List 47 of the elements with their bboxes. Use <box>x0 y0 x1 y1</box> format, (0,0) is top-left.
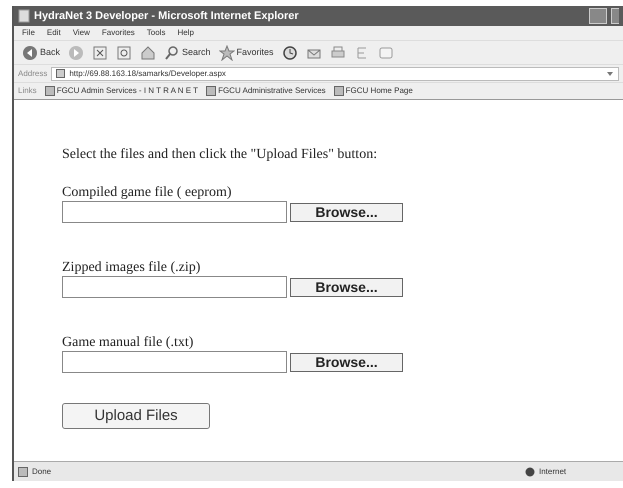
field-label: Zipped images file (.zip) <box>62 260 202 276</box>
menu-item[interactable]: File <box>22 27 35 39</box>
favorites-icon[interactable] <box>218 44 235 60</box>
browse-button[interactable]: Browse... <box>290 202 403 222</box>
app-icon <box>18 9 30 23</box>
upload-files-button[interactable]: Upload Files <box>62 403 210 429</box>
page-icon <box>206 86 216 96</box>
file-path-field[interactable] <box>62 351 287 373</box>
favorites-button-label[interactable]: Favorites <box>236 46 274 60</box>
search-icon[interactable] <box>164 44 180 60</box>
home-icon[interactable] <box>140 44 156 60</box>
field-label: Game manual file (.txt) <box>62 335 194 351</box>
stop-icon[interactable] <box>92 44 108 60</box>
link[interactable]: FGCU Home Page <box>346 85 413 97</box>
search-button-label[interactable]: Search <box>182 46 211 60</box>
menu-item[interactable]: View <box>72 27 90 39</box>
back-icon[interactable] <box>22 44 38 60</box>
instruction-text: Select the files and then click the "Upload Files" button: <box>62 146 378 164</box>
file-path-field[interactable] <box>62 276 287 298</box>
link[interactable]: FGCU Admin Services - I N T R A N E T <box>56 85 198 97</box>
page-icon <box>56 69 66 78</box>
refresh-icon[interactable] <box>116 44 132 60</box>
file-path-field[interactable] <box>62 201 287 223</box>
status-text: Done <box>32 466 52 478</box>
menu-item[interactable]: Favorites <box>102 27 135 39</box>
field-label: Compiled game file ( eeprom) <box>62 185 232 201</box>
dropdown-icon[interactable] <box>606 70 614 78</box>
window-title: HydraNet 3 Developer - Microsoft Internet Explorer <box>34 8 300 24</box>
address-field[interactable]: http://69.88.163.18/samarks/Developer.aspx <box>51 66 619 80</box>
browse-button[interactable]: Browse... <box>290 352 403 372</box>
print-icon[interactable] <box>330 44 346 60</box>
zone-text: Internet <box>539 466 568 478</box>
maximize-button[interactable] <box>611 8 619 24</box>
back-button-label[interactable]: Back <box>40 46 60 60</box>
menu-item[interactable]: Help <box>177 27 194 39</box>
page-icon <box>44 86 55 96</box>
address-label: Address <box>18 68 48 80</box>
history-icon[interactable] <box>282 44 298 60</box>
browse-button[interactable]: Browse... <box>290 278 403 296</box>
links-label: Links <box>18 85 37 97</box>
globe-icon <box>525 466 535 476</box>
page-icon <box>334 86 344 96</box>
link[interactable]: FGCU Administrative Services <box>218 85 326 97</box>
menu-item[interactable]: Edit <box>46 27 61 39</box>
page-icon <box>18 466 28 476</box>
minimize-button[interactable] <box>589 8 607 24</box>
menu-item[interactable]: Tools <box>146 27 166 39</box>
